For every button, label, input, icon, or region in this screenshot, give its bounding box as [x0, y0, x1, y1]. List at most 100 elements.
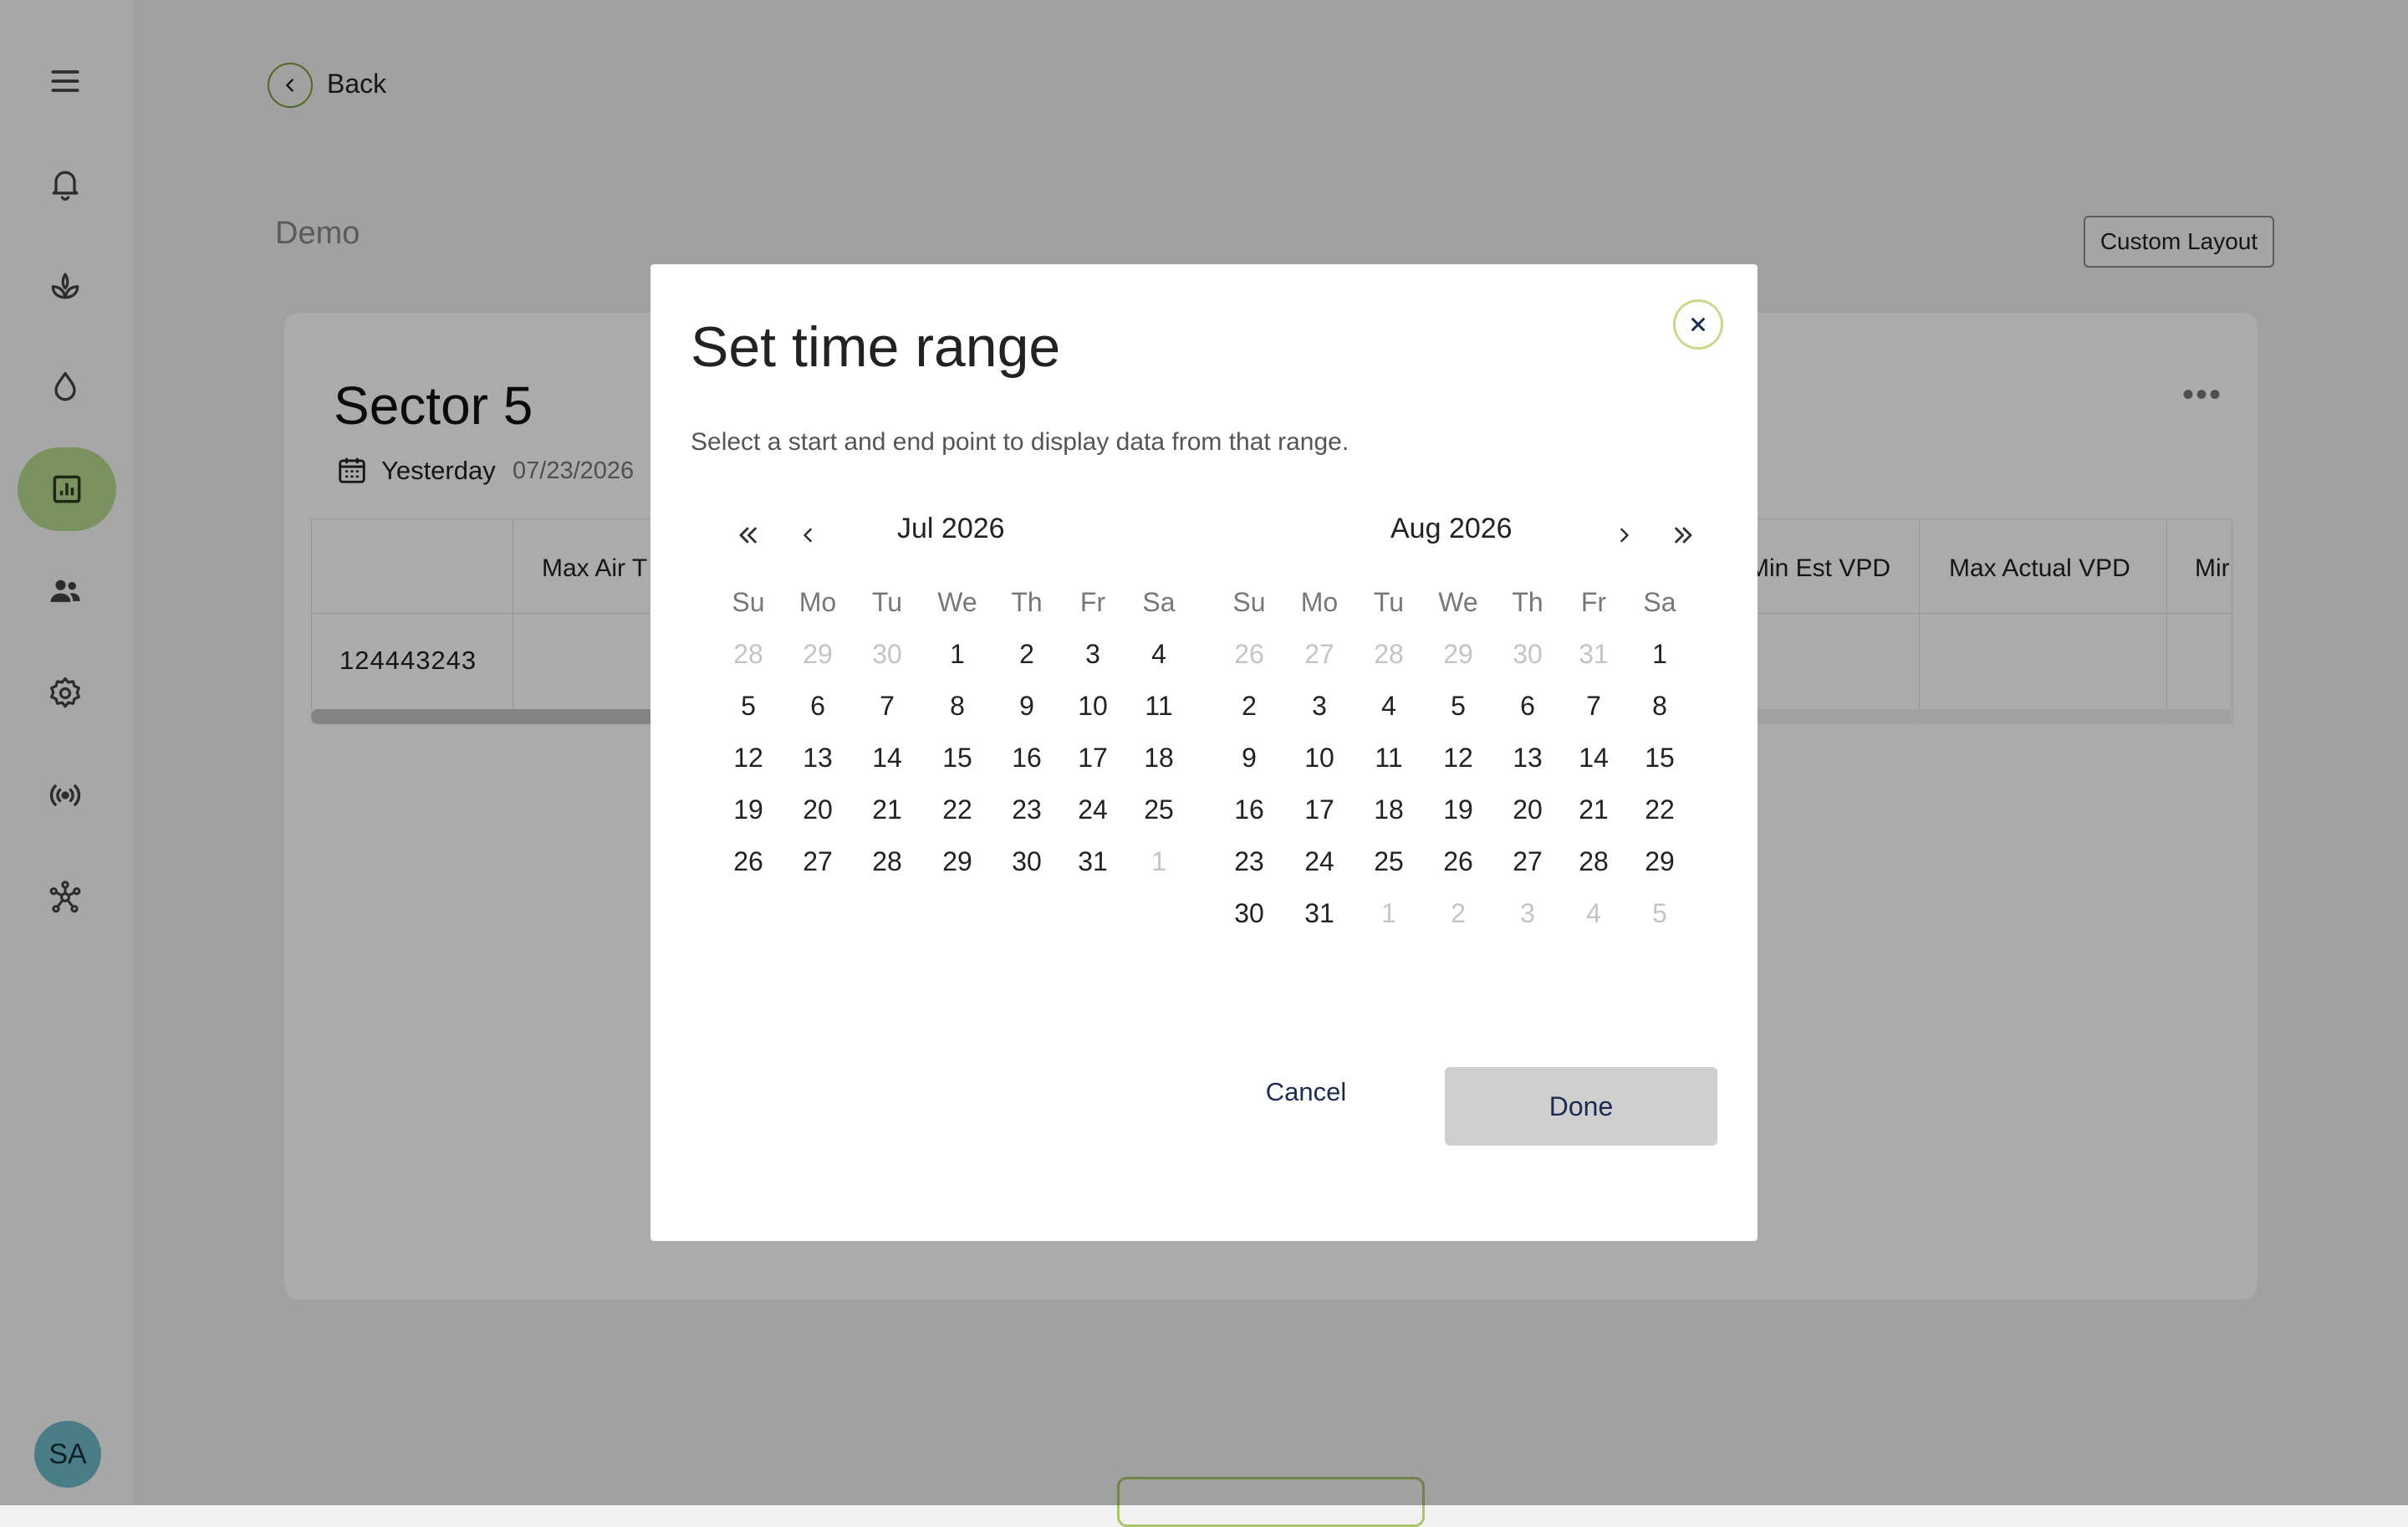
weekday-label: Fr: [1079, 587, 1106, 617]
cancel-button[interactable]: Cancel: [1239, 1067, 1373, 1117]
calendar-day[interactable]: 27: [793, 846, 843, 877]
chevron-left-icon: [804, 528, 812, 543]
month-label-right[interactable]: Aug 2026: [1390, 513, 1513, 545]
calendar-day[interactable]: 11: [1364, 743, 1414, 774]
calendar-day[interactable]: 29: [1635, 846, 1685, 877]
calendar-day[interactable]: 5: [1433, 691, 1483, 722]
calendar-day[interactable]: 12: [1433, 743, 1483, 774]
weekday-label: Fr: [1580, 587, 1607, 617]
calendar-day[interactable]: 9: [1224, 743, 1274, 774]
calendar-day[interactable]: 3: [1294, 691, 1344, 722]
calendar-day[interactable]: 21: [862, 794, 912, 825]
calendar-day[interactable]: 13: [1502, 743, 1553, 774]
modal-title: Set time range: [691, 315, 1061, 379]
calendar-day[interactable]: 28: [1569, 846, 1619, 877]
calendar-day[interactable]: 24: [1294, 846, 1344, 877]
calendar-day[interactable]: 26: [1433, 846, 1483, 877]
weekday-label: We: [937, 587, 977, 617]
weekday-label: Tu: [1373, 587, 1405, 617]
weekday-label: Su: [732, 587, 765, 617]
calendar-day[interactable]: 19: [1433, 794, 1483, 825]
calendar-day[interactable]: 30: [1002, 846, 1052, 877]
calendar-day[interactable]: 10: [1294, 743, 1344, 774]
calendar-day-outside-month[interactable]: 5: [1635, 898, 1685, 929]
calendar-day[interactable]: 11: [1134, 691, 1184, 722]
calendar-day[interactable]: 21: [1569, 794, 1619, 825]
calendar-day[interactable]: 20: [1502, 794, 1553, 825]
modal-subtitle: Select a start and end point to display …: [691, 428, 1349, 456]
time-range-modal: Set time range Select a start and end po…: [650, 264, 1758, 1241]
calendar-day[interactable]: 26: [723, 846, 773, 877]
calendar-day[interactable]: 3: [1068, 639, 1118, 670]
calendar-day[interactable]: 1: [1635, 639, 1685, 670]
calendar-day[interactable]: 4: [1134, 639, 1184, 670]
month-label-left[interactable]: Jul 2026: [897, 513, 1005, 545]
calendar-day-outside-month[interactable]: 26: [1224, 639, 1274, 670]
calendar-day[interactable]: 15: [932, 743, 982, 774]
calendar-day-outside-month[interactable]: 30: [862, 639, 912, 670]
calendar-day[interactable]: 2: [1224, 691, 1274, 722]
calendar-day[interactable]: 19: [723, 794, 773, 825]
calendar-day-outside-month[interactable]: 2: [1433, 898, 1483, 929]
calendar-day-outside-month[interactable]: 31: [1569, 639, 1619, 670]
calendar-day[interactable]: 6: [793, 691, 843, 722]
calendar-day[interactable]: 16: [1224, 794, 1274, 825]
calendar-day-outside-month[interactable]: 1: [1364, 898, 1414, 929]
calendar-day[interactable]: 1: [932, 639, 982, 670]
calendar-day[interactable]: 29: [932, 846, 982, 877]
calendar-day[interactable]: 16: [1002, 743, 1052, 774]
calendar-day[interactable]: 28: [862, 846, 912, 877]
calendar-day[interactable]: 24: [1068, 794, 1118, 825]
calendar-day[interactable]: 15: [1635, 743, 1685, 774]
weekday-label: Tu: [871, 587, 903, 617]
calendar-day[interactable]: 17: [1294, 794, 1344, 825]
calendar-day[interactable]: 23: [1002, 794, 1052, 825]
calendar-day[interactable]: 13: [793, 743, 843, 774]
calendar-day[interactable]: 7: [862, 691, 912, 722]
calendar-day-outside-month[interactable]: 1: [1134, 846, 1184, 877]
calendar-day[interactable]: 7: [1569, 691, 1619, 722]
calendar-day[interactable]: 18: [1134, 743, 1184, 774]
calendar-day-outside-month[interactable]: 29: [1433, 639, 1483, 670]
calendar-day[interactable]: 14: [862, 743, 912, 774]
calendar-day[interactable]: 25: [1134, 794, 1184, 825]
calendar-day[interactable]: 4: [1364, 691, 1414, 722]
done-button[interactable]: Done: [1445, 1067, 1717, 1146]
calendar-day[interactable]: 30: [1224, 898, 1274, 929]
prev-month-button[interactable]: [791, 518, 824, 552]
calendar-day[interactable]: 22: [932, 794, 982, 825]
calendar-day[interactable]: 14: [1569, 743, 1619, 774]
calendar-day[interactable]: 18: [1364, 794, 1414, 825]
calendar-day-outside-month[interactable]: 28: [723, 639, 773, 670]
calendar-day-outside-month[interactable]: 4: [1569, 898, 1619, 929]
calendar-day[interactable]: 22: [1635, 794, 1685, 825]
weekday-label: Th: [1011, 587, 1043, 617]
calendar-day[interactable]: 23: [1224, 846, 1274, 877]
calendar-day-outside-month[interactable]: 30: [1502, 639, 1553, 670]
calendar-day-outside-month[interactable]: 28: [1364, 639, 1414, 670]
next-year-button[interactable]: [1667, 518, 1701, 552]
calendar-day[interactable]: 8: [932, 691, 982, 722]
calendar-day[interactable]: 12: [723, 743, 773, 774]
calendar-day[interactable]: 5: [723, 691, 773, 722]
calendar-day[interactable]: 17: [1068, 743, 1118, 774]
close-button[interactable]: [1673, 299, 1723, 350]
calendar-day[interactable]: 9: [1002, 691, 1052, 722]
calendar-day[interactable]: 8: [1635, 691, 1685, 722]
calendar-day-outside-month[interactable]: 27: [1294, 639, 1344, 670]
calendar-day[interactable]: 27: [1502, 846, 1553, 877]
close-icon: [1691, 318, 1705, 331]
calendar-day[interactable]: 20: [793, 794, 843, 825]
calendar-day[interactable]: 10: [1068, 691, 1118, 722]
double-chevron-left-icon: [739, 527, 757, 544]
weekday-label: Sa: [1643, 587, 1676, 617]
prev-year-button[interactable]: [731, 518, 764, 552]
calendar-day[interactable]: 2: [1002, 639, 1052, 670]
calendar-day[interactable]: 31: [1294, 898, 1344, 929]
calendar-day[interactable]: 31: [1068, 846, 1118, 877]
calendar-day[interactable]: 6: [1502, 691, 1553, 722]
calendar-day-outside-month[interactable]: 29: [793, 639, 843, 670]
calendar-day[interactable]: 25: [1364, 846, 1414, 877]
calendar-day-outside-month[interactable]: 3: [1502, 898, 1553, 929]
next-month-button[interactable]: [1608, 518, 1641, 552]
